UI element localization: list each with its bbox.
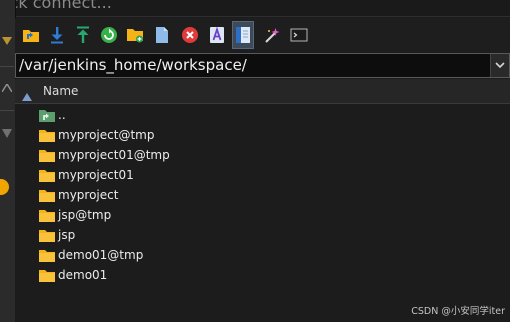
list-item-name: myproject@tmp bbox=[58, 128, 155, 142]
new-file-button[interactable] bbox=[151, 24, 173, 46]
column-header-name[interactable]: Name bbox=[43, 84, 78, 98]
file-list: .. myproject@tmp myproject01@tmp myproje… bbox=[15, 104, 510, 322]
list-item[interactable]: myproject@tmp bbox=[15, 126, 510, 146]
sort-ascending-icon[interactable] bbox=[22, 86, 32, 105]
list-item-name: myproject bbox=[58, 188, 119, 202]
properties-icon bbox=[236, 27, 250, 43]
folder-icon bbox=[38, 228, 56, 243]
list-item[interactable]: myproject01 bbox=[15, 166, 510, 186]
list-item-parent[interactable]: .. bbox=[15, 106, 510, 126]
delete-button[interactable] bbox=[179, 24, 201, 46]
terminal-icon bbox=[290, 28, 308, 42]
new-file-icon bbox=[156, 27, 168, 43]
toolbar bbox=[15, 18, 510, 52]
side-arrow-down-icon[interactable] bbox=[0, 126, 14, 142]
terminal-button[interactable] bbox=[288, 24, 310, 46]
list-header: Name bbox=[15, 79, 510, 104]
delete-icon bbox=[182, 27, 198, 43]
path-bar[interactable]: /var/jenkins_home/workspace/ bbox=[15, 53, 510, 78]
list-item-name: jsp bbox=[58, 228, 76, 242]
properties-button[interactable] bbox=[232, 21, 254, 49]
left-strip bbox=[0, 0, 16, 322]
list-item[interactable]: demo01 bbox=[15, 266, 510, 286]
list-item-name: jsp@tmp bbox=[58, 208, 112, 222]
list-item-name: myproject01@tmp bbox=[58, 148, 170, 162]
refresh-button[interactable] bbox=[98, 24, 120, 46]
folder-icon bbox=[38, 248, 56, 263]
rename-icon bbox=[210, 26, 224, 43]
chevron-down-icon bbox=[495, 62, 505, 69]
folder-icon bbox=[38, 188, 56, 203]
magic-wand-icon bbox=[265, 28, 280, 43]
folder-icon bbox=[38, 168, 56, 183]
side-chevron-up-icon[interactable] bbox=[0, 80, 14, 96]
list-item[interactable]: demo01@tmp bbox=[15, 246, 510, 266]
list-item[interactable]: myproject01@tmp bbox=[15, 146, 510, 166]
list-item-name: myproject01 bbox=[58, 168, 134, 182]
upload-icon bbox=[77, 26, 89, 43]
parent-folder-icon bbox=[38, 108, 56, 123]
folder-icon bbox=[38, 148, 56, 163]
list-item[interactable]: jsp bbox=[15, 226, 510, 246]
quick-connect-field[interactable]: uick connect... bbox=[0, 0, 510, 17]
folder-icon bbox=[38, 208, 56, 223]
path-dropdown-button[interactable] bbox=[490, 54, 509, 77]
side-chevron-down-icon[interactable] bbox=[0, 34, 14, 48]
new-folder-button[interactable] bbox=[124, 24, 146, 46]
magic-wand-button[interactable] bbox=[261, 24, 283, 46]
parent-folder-button[interactable] bbox=[20, 24, 42, 46]
list-item-name: demo01@tmp bbox=[58, 248, 144, 262]
path-input[interactable]: /var/jenkins_home/workspace/ bbox=[19, 56, 247, 74]
watermark: CSDN @小安同学iter bbox=[411, 306, 505, 317]
parent-folder-icon bbox=[23, 30, 39, 42]
download-icon bbox=[51, 27, 63, 44]
download-button[interactable] bbox=[46, 24, 68, 46]
upload-button[interactable] bbox=[72, 24, 94, 46]
list-item-name: .. bbox=[58, 108, 66, 122]
rename-button[interactable] bbox=[206, 24, 228, 46]
folder-icon bbox=[38, 128, 56, 143]
list-item[interactable]: jsp@tmp bbox=[15, 206, 510, 226]
quick-connect-text: uick connect... bbox=[0, 0, 112, 12]
folder-icon bbox=[38, 268, 56, 283]
list-item-name: demo01 bbox=[58, 268, 108, 282]
side-status-icon[interactable] bbox=[0, 178, 14, 196]
new-folder-icon bbox=[127, 29, 143, 43]
list-item[interactable]: myproject bbox=[15, 186, 510, 206]
refresh-icon bbox=[101, 27, 117, 43]
